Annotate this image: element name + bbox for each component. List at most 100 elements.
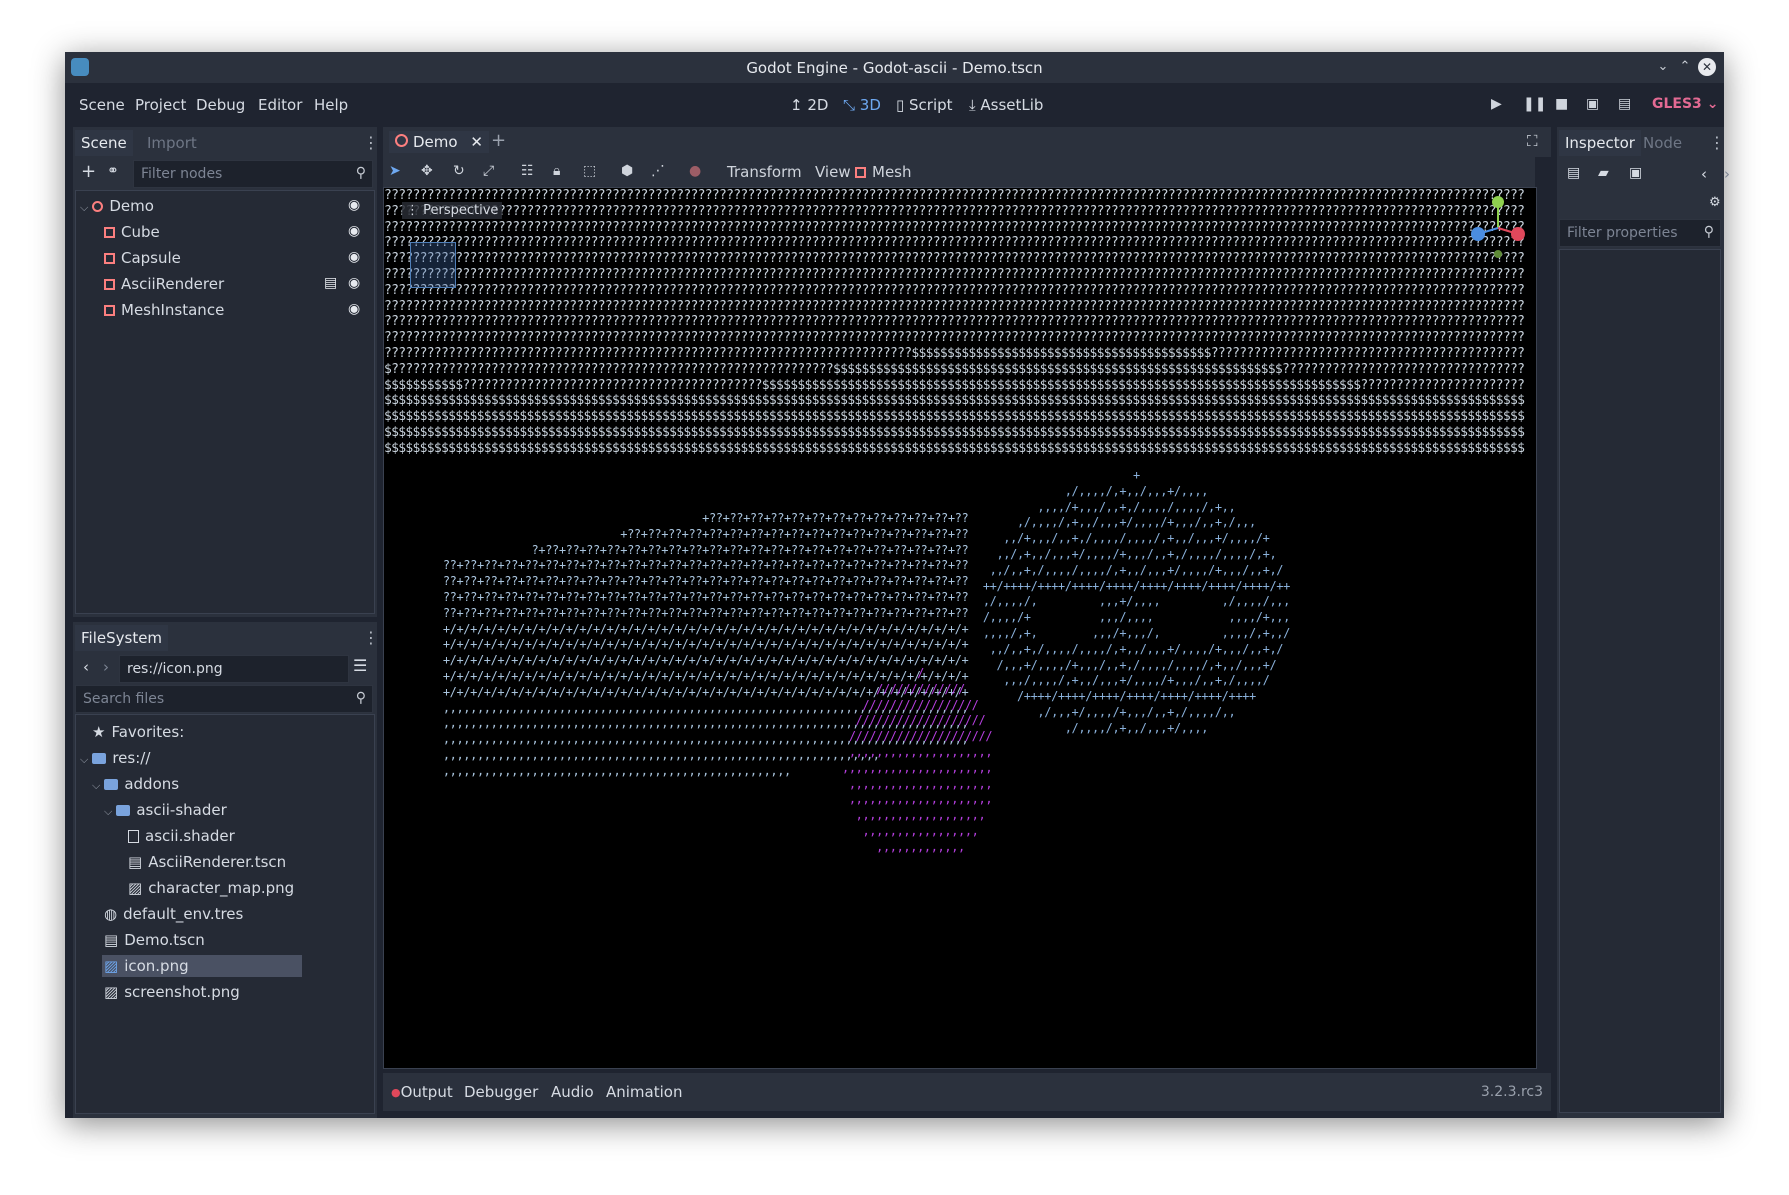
back-icon[interactable]: ‹: [83, 658, 89, 676]
visibility-eye-icon[interactable]: ◉: [348, 249, 360, 265]
menu-view[interactable]: View: [815, 163, 851, 181]
visibility-eye-icon[interactable]: ◉: [348, 197, 360, 213]
renderer-selector[interactable]: GLES3 ⌄: [1652, 96, 1718, 112]
file-ascii-shader[interactable]: ascii.shader: [128, 827, 235, 845]
menu-scene[interactable]: Scene: [79, 96, 125, 114]
menu-project[interactable]: Project: [135, 96, 186, 114]
add-tab-icon[interactable]: +: [491, 130, 506, 151]
save-icon[interactable]: ▣: [1629, 165, 1642, 181]
tab-animation[interactable]: Animation: [606, 1083, 682, 1101]
fullscreen-icon[interactable]: ⛶: [1527, 132, 1538, 150]
file-default-env[interactable]: ◍ default_env.tres: [104, 905, 243, 923]
open-scene-icon[interactable]: ▤: [324, 275, 337, 291]
menu-help[interactable]: Help: [314, 96, 348, 114]
spatial-node-icon: [92, 201, 104, 212]
file-character-map[interactable]: ▨ character_map.png: [128, 879, 294, 897]
tree-node-capsule[interactable]: Capsule: [104, 249, 181, 267]
filter-nodes-field[interactable]: Filter nodes ⚲: [133, 160, 373, 188]
tree-node-demo[interactable]: ⌵ Demo: [80, 197, 154, 215]
file-screenshot-png[interactable]: ▨ screenshot.png: [104, 983, 240, 1001]
path-field[interactable]: res://icon.png: [119, 655, 349, 683]
object-properties-icon[interactable]: ⚙: [1709, 195, 1721, 210]
new-resource-icon[interactable]: ▤: [1567, 165, 1580, 181]
visibility-eye-icon[interactable]: ◉: [348, 275, 360, 291]
search-files-field[interactable]: Search files ⚲: [75, 685, 373, 713]
file-asciirenderer-tscn[interactable]: ▤ AsciiRenderer.tscn: [128, 853, 286, 871]
scene-dock-menu-icon[interactable]: ⋮: [363, 133, 379, 152]
menu-editor[interactable]: Editor: [258, 96, 302, 114]
scene-dock: Scene Import ⋮ + ⚭ Filter nodes ⚲ ⌵ Demo …: [73, 127, 379, 617]
workspace-3d-button[interactable]: ⤡ 3D: [843, 96, 881, 114]
lock-icon[interactable]: 🔒︎: [553, 163, 560, 179]
maximize-icon[interactable]: ⌃: [1676, 58, 1694, 76]
snap-icon[interactable]: ⋰: [651, 163, 665, 179]
menu-mesh[interactable]: Mesh: [855, 163, 912, 181]
move-tool-icon[interactable]: ✥: [421, 163, 433, 179]
folder-res[interactable]: ⌵ res://: [80, 749, 150, 767]
select-tool-icon[interactable]: ➤: [389, 163, 401, 179]
link-icon[interactable]: ⚭: [107, 163, 119, 179]
chevron-down-icon[interactable]: ⌵: [80, 753, 88, 766]
scale-tool-icon[interactable]: ⤢: [483, 163, 494, 179]
file-tree: ★ Favorites: ⌵ res:// ⌵ addons ⌵ ascii-shade…: [75, 714, 375, 1114]
forward-icon[interactable]: ›: [103, 658, 109, 676]
open-folder-icon[interactable]: ▰: [1598, 165, 1609, 181]
add-node-icon[interactable]: +: [81, 161, 96, 182]
tab-demo[interactable]: Demo ✕: [389, 131, 489, 153]
tree-node-meshinstance[interactable]: MeshInstance: [104, 301, 224, 319]
tab-audio[interactable]: Audio: [551, 1083, 594, 1101]
tab-import[interactable]: Import: [141, 130, 203, 156]
close-icon[interactable]: ✕: [470, 133, 483, 151]
list-select-icon[interactable]: ☷: [521, 163, 534, 179]
folder-addons[interactable]: ⌵ addons: [92, 775, 179, 793]
visibility-eye-icon[interactable]: ◉: [348, 223, 360, 239]
visibility-eye-icon[interactable]: ◉: [348, 301, 360, 317]
tab-filesystem[interactable]: FileSystem: [75, 625, 169, 651]
menu-debug[interactable]: Debug: [196, 96, 245, 114]
close-window-icon[interactable]: ✕: [1698, 58, 1716, 76]
stop-icon[interactable]: ■: [1555, 96, 1568, 112]
history-forward-icon[interactable]: ›: [1724, 165, 1730, 183]
play-scene-icon[interactable]: ▣: [1586, 96, 1599, 112]
tab-scene[interactable]: Scene: [75, 130, 133, 156]
tab-node[interactable]: Node: [1637, 130, 1688, 156]
workspace-assetlib-button[interactable]: ⤓ AssetLib: [969, 96, 1043, 114]
error-dot-icon: ●: [391, 1086, 401, 1099]
play-custom-scene-icon[interactable]: ▤: [1618, 96, 1631, 112]
tab-inspector[interactable]: Inspector: [1559, 130, 1641, 156]
filter-properties-field[interactable]: Filter properties ⚲: [1559, 219, 1721, 247]
file-icon-png[interactable]: ▨ icon.png: [102, 955, 302, 977]
view-gizmo[interactable]: [1464, 190, 1534, 262]
camera-override-icon[interactable]: ●: [689, 163, 701, 179]
file-demo-tscn[interactable]: ▤ Demo.tscn: [104, 931, 205, 949]
window-title: Godot Engine - Godot-ascii - Demo.tscn: [746, 59, 1043, 77]
split-view-icon[interactable]: ☰: [353, 656, 371, 676]
3d-viewport[interactable]: ????????????????????????????????????????…: [383, 187, 1537, 1069]
tab-debugger[interactable]: Debugger: [464, 1083, 538, 1101]
history-back-icon[interactable]: ‹: [1701, 165, 1707, 183]
pause-icon[interactable]: ❚❚: [1523, 96, 1546, 112]
script-icon: ▯: [896, 96, 910, 114]
y-axis-handle-icon: [1492, 196, 1504, 208]
tree-node-cube[interactable]: Cube: [104, 223, 160, 241]
tab-output[interactable]: ●Output: [391, 1083, 453, 1101]
menu-transform[interactable]: Transform: [727, 163, 802, 181]
perspective-menu[interactable]: ⋮ Perspective: [402, 202, 503, 219]
folder-ascii-shader[interactable]: ⌵ ascii-shader: [104, 801, 227, 819]
x-axis-handle-icon: [1511, 227, 1525, 241]
chevron-down-icon[interactable]: ⌵: [92, 779, 100, 792]
group-icon[interactable]: ⬚: [583, 163, 596, 179]
tree-node-asciirenderer[interactable]: AsciiRenderer: [104, 275, 224, 293]
minimize-icon[interactable]: ⌄: [1654, 58, 1672, 76]
play-icon[interactable]: ▶: [1491, 96, 1502, 112]
filesystem-menu-icon[interactable]: ⋮: [363, 628, 379, 647]
local-space-icon[interactable]: ⬢: [621, 163, 633, 179]
chevron-down-icon[interactable]: ⌵: [104, 805, 112, 818]
workspace-script-button[interactable]: ▯ Script: [896, 96, 953, 114]
spatial-node-icon: [395, 134, 408, 147]
inspector-menu-icon[interactable]: ⋮: [1709, 133, 1725, 152]
rotate-tool-icon[interactable]: ↻: [453, 163, 465, 179]
chevron-down-icon[interactable]: ⌵: [80, 201, 88, 214]
workspace-2d-button[interactable]: ↥ 2D: [790, 96, 828, 114]
favorites-item[interactable]: ★ Favorites:: [92, 723, 184, 741]
